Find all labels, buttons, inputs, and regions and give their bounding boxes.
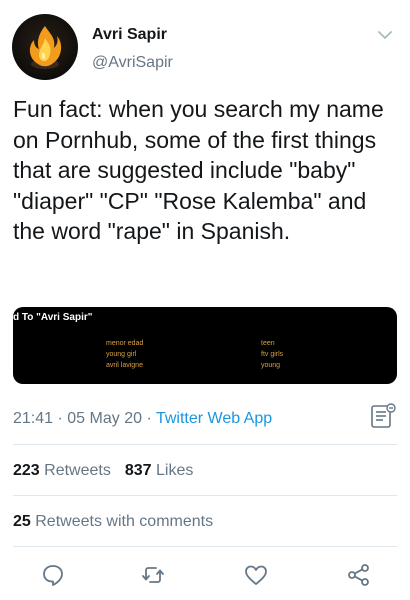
like-heart-icon[interactable] — [243, 562, 269, 588]
reply-icon[interactable] — [40, 562, 66, 588]
engagement-stats: 223 Retweets 837 Likes — [13, 462, 193, 480]
tweet-meta: 21:41 · 05 May 20 · Twitter Web App — [13, 410, 272, 428]
suggestion-item: menor edad — [106, 340, 144, 347]
suggestion-item: young — [261, 362, 281, 369]
display-name[interactable]: Avri Sapir — [92, 26, 167, 44]
chevron-down-icon[interactable] — [376, 26, 394, 44]
tweet-text: Fun fact: when you search my name on Por… — [13, 96, 384, 244]
analytics-icon[interactable] — [369, 402, 397, 430]
avatar[interactable] — [12, 14, 78, 80]
fire-avatar-icon — [29, 26, 62, 69]
meta-separator: · — [57, 410, 63, 427]
tweet-actions — [0, 562, 410, 592]
tweet-media-image[interactable]: d To "Avri Sapir" menor edad young girl … — [13, 307, 397, 384]
suggestion-item: ftv girls — [261, 351, 284, 358]
quote-tweets-stat[interactable]: 25 Retweets with comments — [13, 513, 213, 531]
retweets-stat[interactable]: 223 Retweets — [13, 462, 111, 479]
user-handle[interactable]: @AvriSapir — [92, 54, 173, 72]
suggestion-item: avril lavigne — [106, 362, 143, 369]
likes-stat[interactable]: 837 Likes — [125, 462, 194, 479]
tweet-date[interactable]: 05 May 20 — [67, 410, 142, 427]
tweet-time[interactable]: 21:41 — [13, 410, 53, 427]
divider — [13, 546, 397, 547]
tweet-source[interactable]: Twitter Web App — [156, 410, 272, 427]
divider — [13, 444, 397, 445]
suggestion-item: teen — [261, 340, 275, 347]
share-icon[interactable] — [346, 562, 372, 588]
retweet-icon[interactable] — [140, 562, 166, 588]
suggestion-item: young girl — [106, 351, 137, 358]
meta-separator: · — [146, 410, 152, 427]
media-title: d To "Avri Sapir" — [13, 312, 93, 323]
divider — [13, 495, 397, 496]
